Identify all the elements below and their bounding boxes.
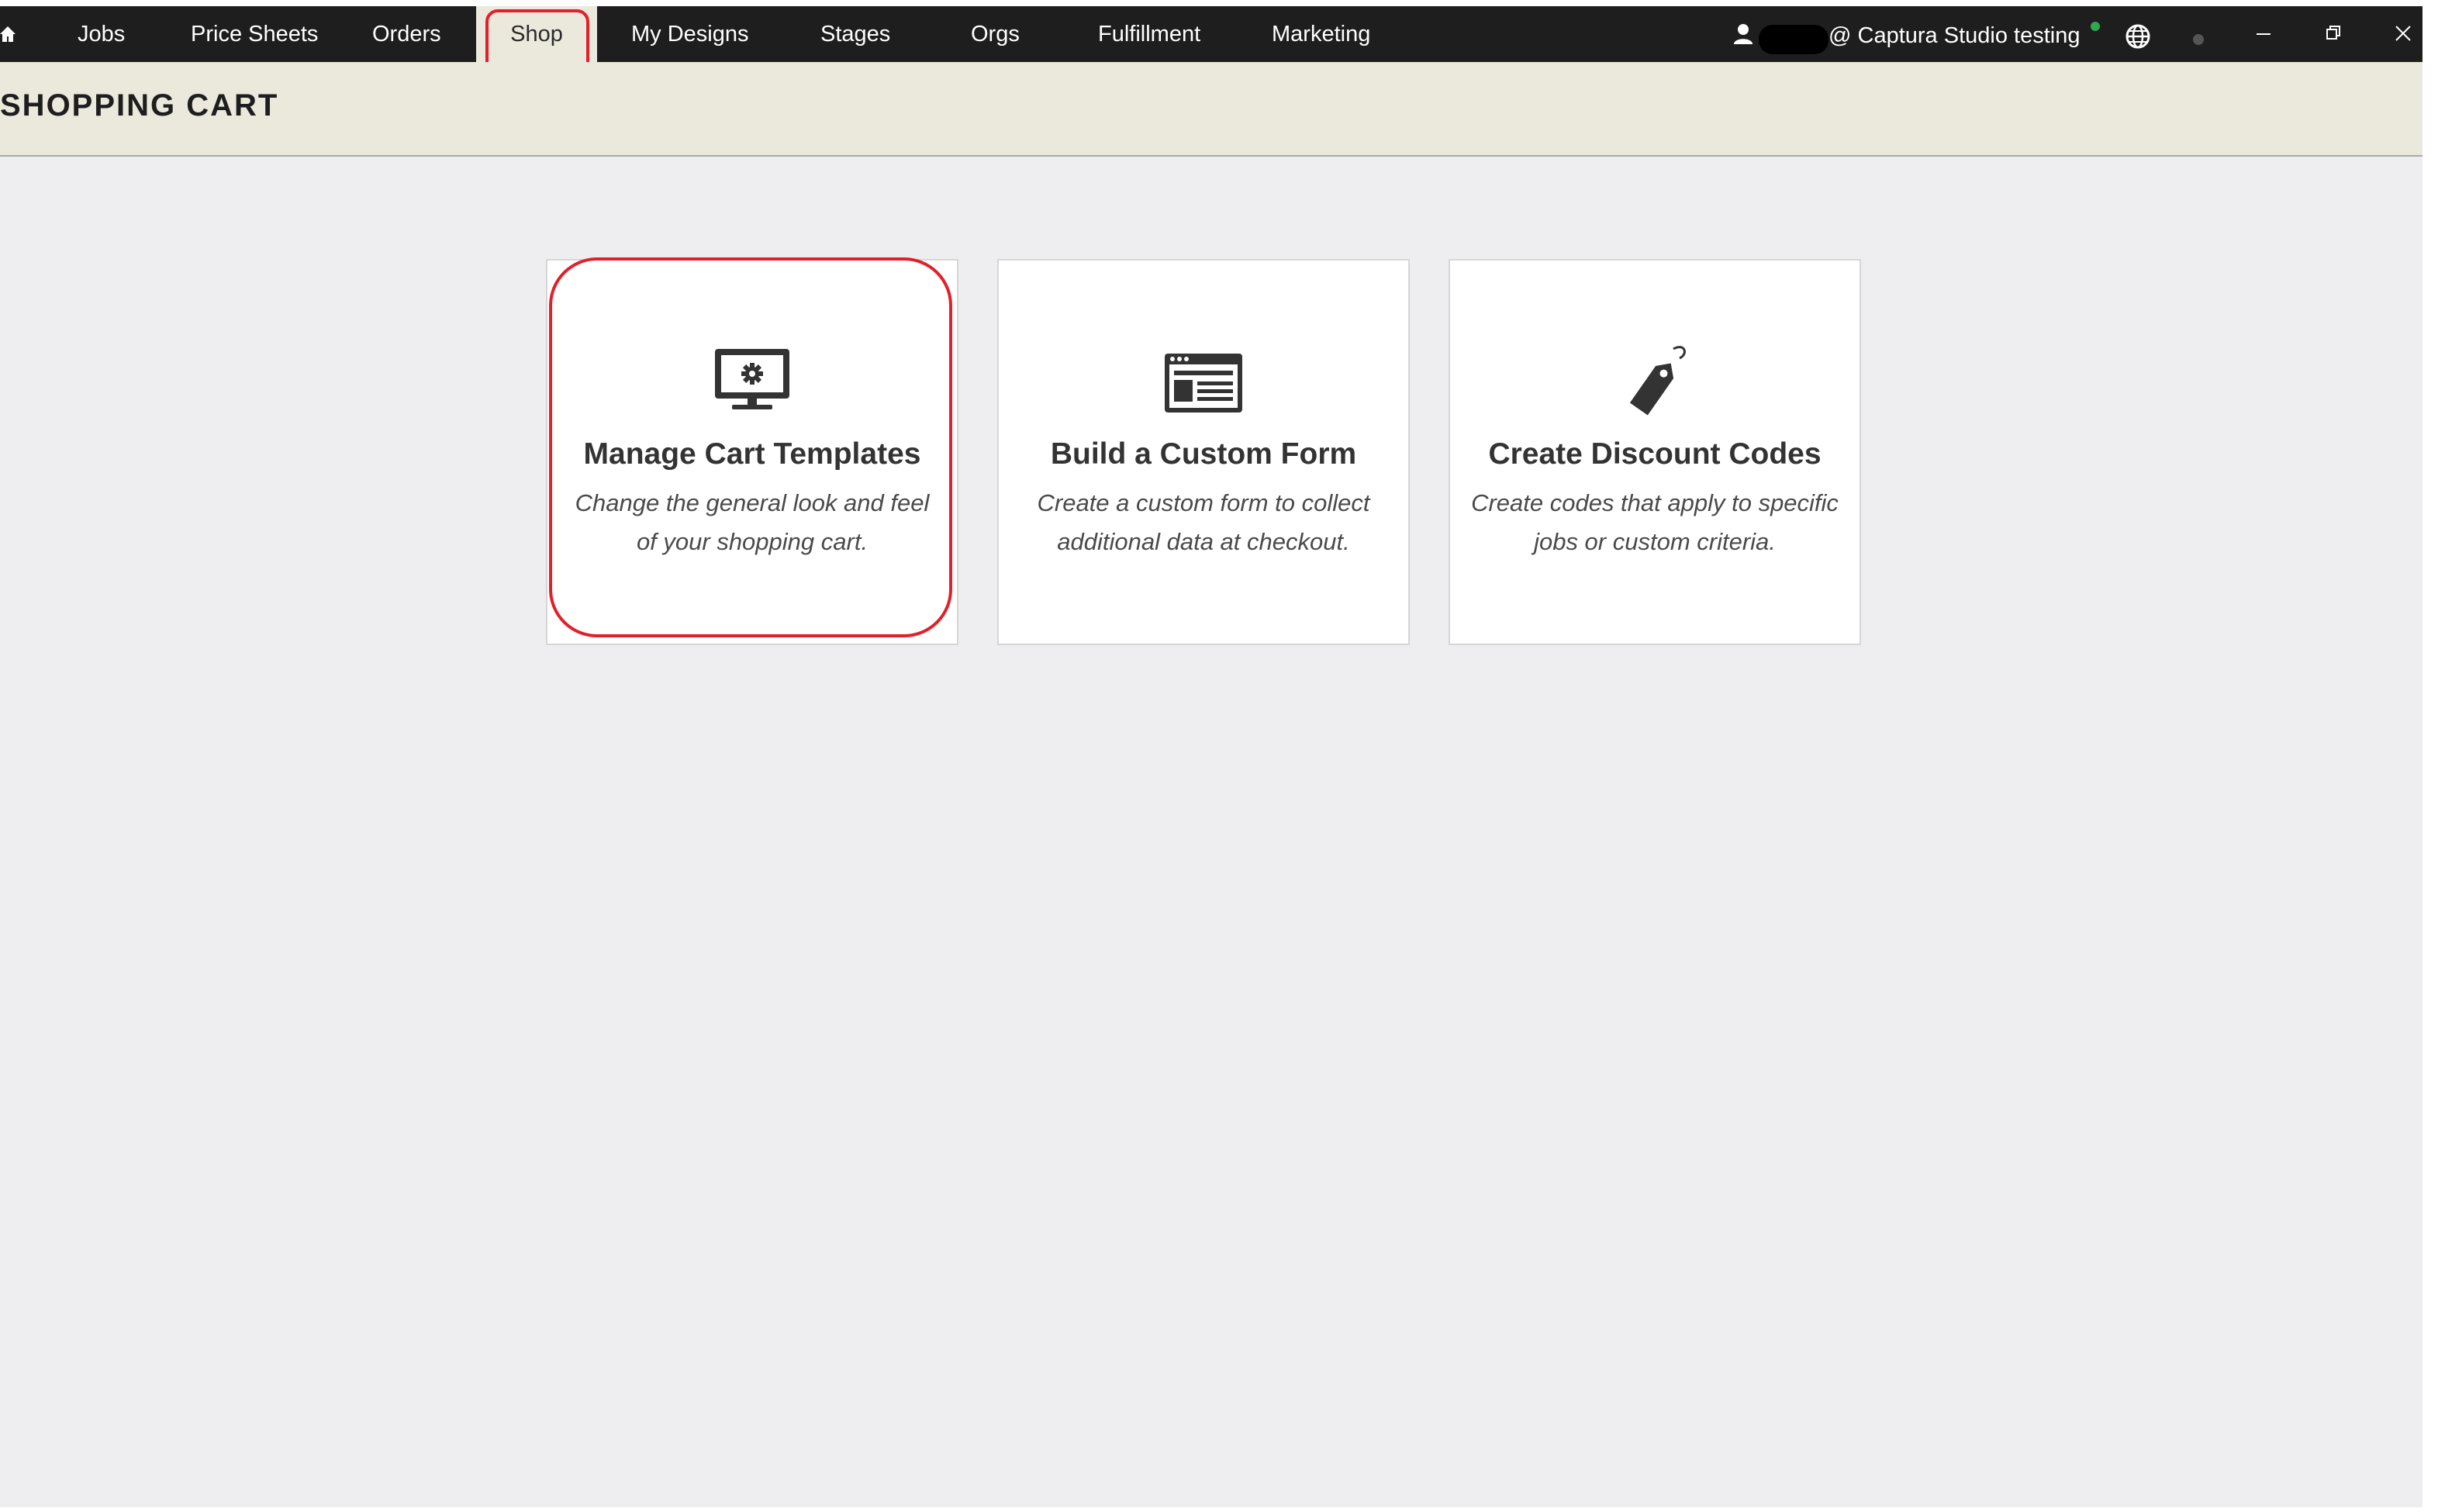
window-edge-bottom [0,1507,2438,1512]
home-icon[interactable] [0,25,16,43]
card-description: Create codes that apply to specific jobs… [1471,489,1839,555]
card-title: Build a Custom Form [1050,437,1357,471]
form-window-icon [1165,354,1242,413]
card-title: Create Discount Codes [1488,437,1822,471]
globe-icon[interactable] [2125,23,2151,50]
nav-stages[interactable]: Stages [820,6,890,62]
page-header: SHOPPING CART [0,62,2422,157]
monitor-gear-icon [715,349,789,409]
nav-price-sheets[interactable]: Price Sheets [191,6,318,62]
nav-marketing[interactable]: Marketing [1272,6,1370,62]
create-discount-codes-card[interactable]: Create Discount Codes Create codes that … [1449,259,1861,645]
nav-fulfillment[interactable]: Fulfillment [1098,6,1200,62]
nav-my-designs[interactable]: My Designs [631,6,749,62]
close-icon[interactable] [2391,22,2415,45]
nav-shop[interactable]: Shop [476,6,597,74]
nav-orgs[interactable]: Orgs [971,6,1020,62]
page-title: SHOPPING CART [0,88,279,123]
redacted-username [1759,25,1828,54]
nav-orders[interactable]: Orders [372,6,441,62]
build-custom-form-card[interactable]: Build a Custom Form Create a custom form… [997,259,1410,645]
price-tag-icon [1629,346,1686,416]
nav-jobs[interactable]: Jobs [78,6,125,62]
restore-icon[interactable] [2322,22,2345,45]
card-description: Create a custom form to collect addition… [1037,489,1370,555]
user-icon[interactable] [1732,23,1754,45]
online-status-dot [2091,22,2100,31]
window-edge-right [2422,0,2438,1512]
top-nav-bar: Jobs Price Sheets Orders Shop My Designs… [0,6,2422,74]
status-indicator-dot [2193,34,2204,45]
account-label[interactable]: @ Captura Studio testing [1828,6,2080,62]
minimize-icon[interactable] [2252,22,2275,45]
card-title: Manage Cart Templates [583,437,921,471]
card-description: Change the general look and feel of your… [575,489,930,555]
manage-cart-templates-card[interactable]: Manage Cart Templates Change the general… [546,257,958,645]
main-content: Manage Cart Templates Change the general… [0,157,2422,1507]
